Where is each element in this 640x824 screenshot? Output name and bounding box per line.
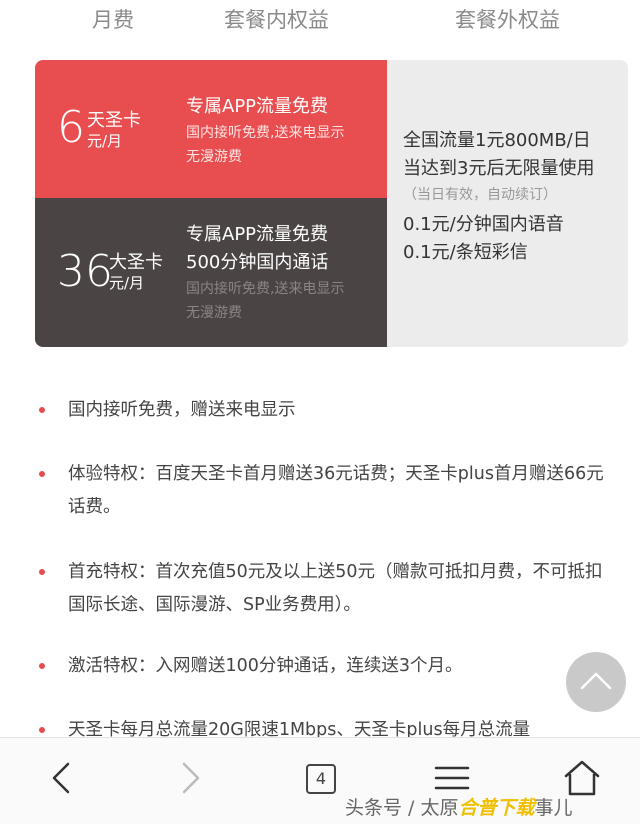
back-to-top-button[interactable] [566,652,626,712]
chevron-left-icon [52,762,70,794]
watermark-brand: 合普下载 [458,797,535,819]
plan-name: 大圣卡 [109,252,163,273]
plan-benefit: 500分钟国内通话 [186,252,329,273]
watermark-suffix: 事儿 [534,797,573,819]
plan-unit: 元/月 [109,274,145,292]
outer-benefit-line: 当达到3元后无限量使用 [403,158,595,179]
tabs-button[interactable]: 4 [296,756,340,800]
header-outer-benefits: 套餐外权益 [455,8,560,32]
outer-benefit-line: 0.1元/条短彩信 [403,242,528,263]
plan-unit: 元/月 [87,132,123,150]
outer-benefit-line: 全国流量1元800MB/日 [403,130,591,151]
plan-row-tiansheng: 6 天圣卡 元/月 专属APP流量免费 国内接听免费,送来电显示 无漫游费 [35,60,387,198]
outer-benefit-line: 0.1元/分钟国内语音 [403,214,564,235]
bullet-dot [39,407,45,413]
list-item-text: 体验特权：百度天圣卡首月赠送36元话费；天圣卡plus首月赠送66元话费。 [68,464,604,517]
bottom-nav-bar: 4 头条号 / 太原合普下载事儿 [0,737,640,824]
bullet-dot [39,471,45,477]
header-inner-benefits: 套餐内权益 [224,8,329,32]
list-item-text: 激活特权：入网赠送100分钟通话，连续送3个月。 [68,656,463,676]
plan-benefit-sub: 无漫游费 [186,149,242,165]
header-monthly-fee: 月费 [92,8,134,32]
plan-benefit-sub: 国内接听免费,送来电显示 [186,281,345,297]
plan-benefit-sub: 无漫游费 [186,305,242,321]
plan-table: 6 天圣卡 元/月 专属APP流量免费 国内接听免费,送来电显示 无漫游费 36… [35,60,628,347]
back-button[interactable] [40,756,84,800]
outer-benefits-panel: 全国流量1元800MB/日 当达到3元后无限量使用 （当日有效，自动续订） 0.… [387,60,628,347]
watermark: 头条号 / 太原合普下载事儿 [345,793,573,820]
bullet-dot [39,569,45,575]
plan-row-dasheng: 36 大圣卡 元/月 专属APP流量免费 500分钟国内通话 国内接听免费,送来… [35,198,387,347]
plan-name: 天圣卡 [87,110,141,131]
tab-count: 4 [306,764,336,794]
chevron-right-icon [182,762,200,794]
plan-benefit: 专属APP流量免费 [186,224,329,245]
outer-benefit-note: （当日有效，自动续订） [403,187,557,203]
list-item-text: 首充特权：首次充值50元及以上送50元（赠款可抵扣月费，不可抵扣国际长途、国际漫… [68,562,603,615]
forward-button[interactable] [168,756,212,800]
watermark-prefix: 头条号 / 太原 [345,797,459,819]
bullet-dot [39,663,45,669]
plan-benefit-sub: 国内接听免费,送来电显示 [186,125,345,141]
column-headers: 月费 套餐内权益 套餐外权益 [0,0,640,48]
plan-benefit: 专属APP流量免费 [186,96,329,117]
list-item-text: 国内接听免费，赠送来电显示 [68,400,296,420]
plan-price: 6 [57,102,85,153]
plan-price: 36 [57,246,113,297]
chevron-up-icon [580,672,612,690]
bullet-dot [39,727,45,733]
